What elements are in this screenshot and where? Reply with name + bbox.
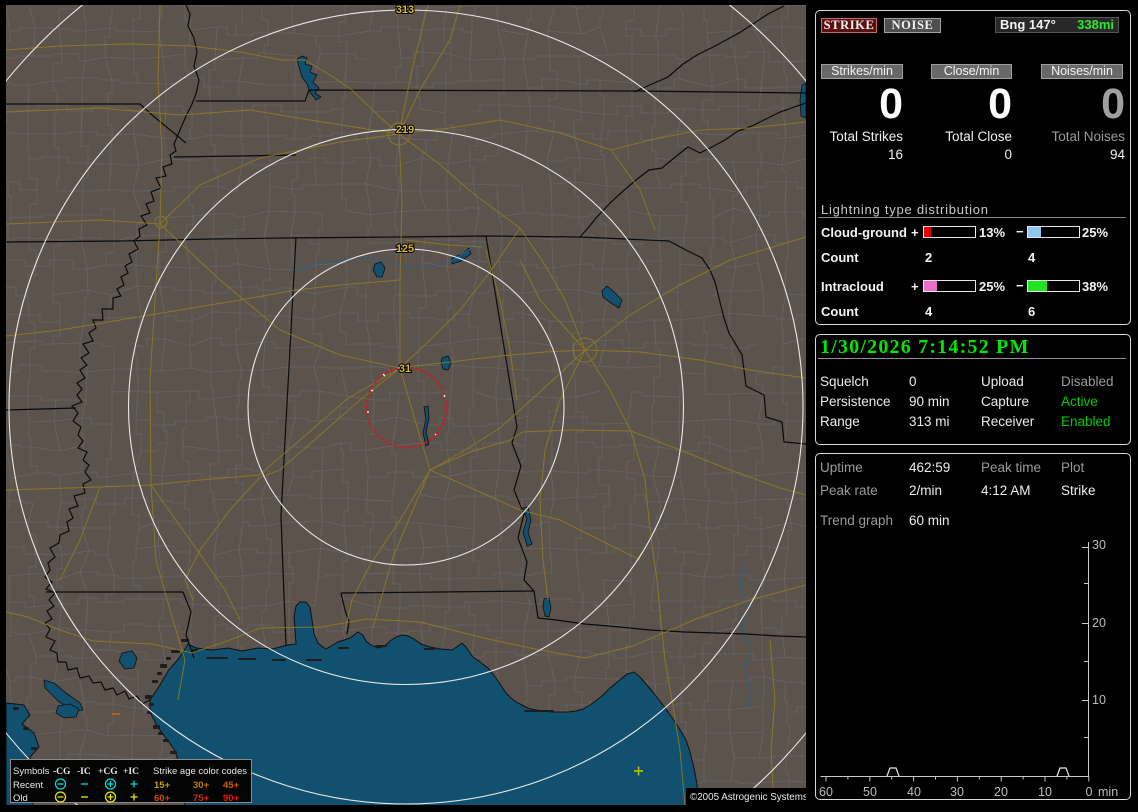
svg-text:31: 31 <box>399 363 411 375</box>
svg-text:60: 60 <box>819 785 833 799</box>
svg-text:10: 10 <box>1092 693 1106 707</box>
svg-text:20: 20 <box>994 785 1008 799</box>
svg-text:Symbols: Symbols <box>13 766 50 777</box>
svg-text:-CG: -CG <box>53 767 71 777</box>
svg-text:15+: 15+ <box>154 780 171 791</box>
svg-text:©2005 Astrogenic Systems: ©2005 Astrogenic Systems <box>690 792 806 803</box>
svg-text:30+: 30+ <box>193 780 210 791</box>
svg-text:10: 10 <box>1038 785 1052 799</box>
svg-text:Recent: Recent <box>13 780 43 791</box>
svg-text:Old: Old <box>13 793 28 804</box>
svg-text:50: 50 <box>863 785 877 799</box>
svg-text:125: 125 <box>396 243 414 255</box>
svg-text:75+: 75+ <box>193 793 210 804</box>
svg-text:0: 0 <box>1086 785 1093 799</box>
svg-text:90+: 90+ <box>223 793 240 804</box>
svg-text:219: 219 <box>396 124 414 136</box>
svg-text:60+: 60+ <box>154 793 171 804</box>
svg-text:20: 20 <box>1092 616 1106 630</box>
svg-text:+IC: +IC <box>123 767 139 777</box>
svg-text:-IC: -IC <box>77 767 91 777</box>
svg-text:30: 30 <box>1092 538 1106 552</box>
svg-text:30: 30 <box>950 785 964 799</box>
svg-text:313: 313 <box>396 5 414 16</box>
svg-text:45+: 45+ <box>223 780 240 791</box>
svg-text:+CG: +CG <box>98 767 118 777</box>
svg-text:40: 40 <box>907 785 921 799</box>
svg-text:Strike age color codes: Strike age color codes <box>153 766 247 777</box>
svg-text:min: min <box>1098 785 1118 799</box>
